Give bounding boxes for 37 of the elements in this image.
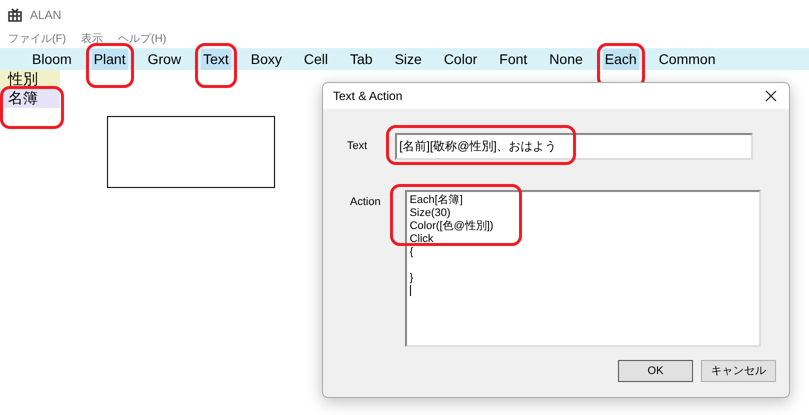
toolbar-item[interactable]: Tab [348, 48, 375, 70]
code-line: Click [410, 233, 434, 246]
code-line: } [410, 272, 414, 285]
code-line: Each[名簿] [410, 194, 463, 207]
toolbar-item[interactable]: Each [602, 48, 639, 70]
annotation-ring [86, 42, 134, 88]
annotation-ring [0, 86, 64, 129]
toolbar-item[interactable]: Grow [146, 48, 184, 70]
code-line: { [410, 246, 414, 260]
annotation-ring [195, 42, 237, 88]
code-line: Size(30) [410, 207, 451, 220]
code-line: Color([色@性別]) [410, 220, 494, 233]
toolbar-item[interactable]: Text [201, 48, 231, 70]
text-input[interactable]: [名前][敬称@性別]、おはよう [395, 133, 754, 160]
dialog-button[interactable]: OK [618, 360, 693, 382]
close-button[interactable] [763, 88, 779, 104]
toolbar-item[interactable]: None [547, 48, 585, 70]
text-label: Text [347, 139, 368, 154]
menu-item[interactable]: 表示 [81, 30, 104, 48]
sidebar-item[interactable]: 名簿 [0, 89, 60, 108]
toolbar-item[interactable]: Size [392, 48, 424, 70]
menu-item[interactable]: ヘルプ(H) [118, 30, 166, 48]
toolbar-item[interactable]: Plant [92, 48, 128, 70]
menu-item[interactable]: ファイル(F) [8, 30, 66, 48]
toolbar-item[interactable]: Boxy [248, 48, 284, 70]
text-cursor [410, 285, 411, 296]
toolbar-item[interactable]: Common [656, 48, 718, 70]
action-label: Action [350, 195, 381, 210]
toolbar-item[interactable]: Color [442, 48, 480, 70]
action-textarea[interactable]: Each[名簿] Size(30) Color([色@性別]) Click { } [404, 190, 761, 347]
toolbar-item[interactable]: Font [497, 48, 530, 70]
window-title: ALAN [30, 7, 62, 24]
toolbar-item[interactable]: Bloom [30, 48, 74, 70]
app-icon [8, 8, 22, 22]
dialog-title: Text & Action [333, 88, 402, 105]
dialog-button[interactable]: キャンセル [701, 360, 776, 382]
toolbar-item[interactable]: Cell [302, 48, 330, 70]
